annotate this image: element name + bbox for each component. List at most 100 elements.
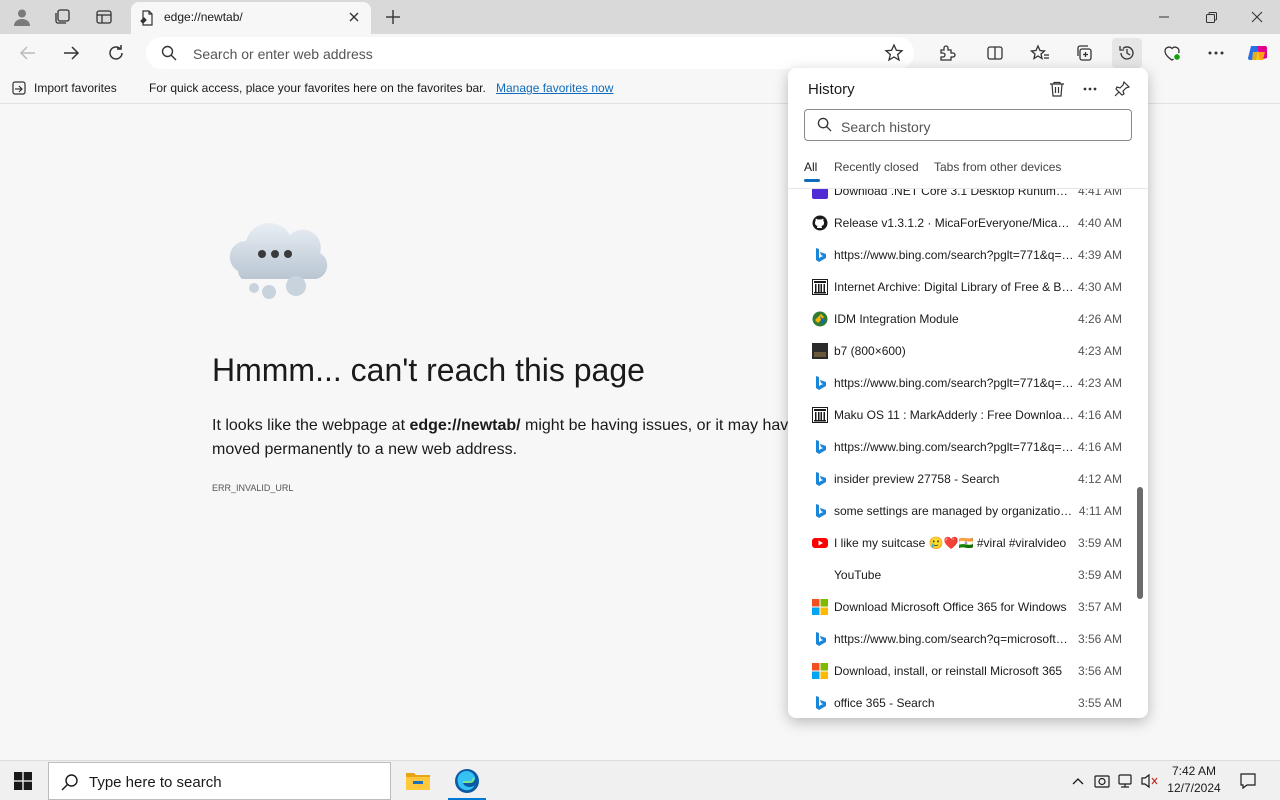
bing-favicon-icon bbox=[812, 375, 828, 391]
github-favicon-icon bbox=[812, 215, 828, 231]
history-item[interactable]: https://www.bing.com/search?q=microsoft+… bbox=[788, 623, 1138, 655]
clock-time: 7:42 AM bbox=[1171, 764, 1217, 778]
image-favicon-icon bbox=[812, 343, 828, 359]
error-title: Hmmm... can't reach this page bbox=[212, 352, 645, 388]
tray-app-icon[interactable] bbox=[1092, 771, 1112, 791]
history-item[interactable]: b7 (800×600) 4:23 AM bbox=[788, 335, 1138, 367]
search-icon bbox=[161, 45, 177, 66]
history-more-icon[interactable] bbox=[1078, 77, 1102, 101]
history-item[interactable]: https://www.bing.com/search?pglt=771&q=m… bbox=[788, 239, 1138, 271]
history-item-time: 3:59 AM bbox=[1077, 536, 1122, 550]
search-icon bbox=[817, 117, 832, 137]
history-scrollbar[interactable] bbox=[1137, 487, 1143, 599]
forward-icon[interactable] bbox=[56, 38, 86, 68]
bing-favicon-icon bbox=[812, 695, 828, 711]
close-window-icon[interactable] bbox=[1234, 0, 1280, 34]
history-item-time: 3:56 AM bbox=[1077, 664, 1122, 678]
tab-all[interactable]: All bbox=[804, 160, 817, 174]
pin-icon[interactable] bbox=[1110, 77, 1134, 101]
collections-icon[interactable] bbox=[1069, 38, 1099, 68]
import-favorites-icon[interactable] bbox=[12, 80, 28, 99]
edge-taskbar-icon[interactable] bbox=[444, 762, 490, 800]
history-icon[interactable] bbox=[1112, 38, 1142, 68]
favorites-bar-message: For quick access, place your favorites h… bbox=[149, 81, 486, 95]
history-item[interactable]: Release v1.3.1.2 · MicaForEveryone/MicaF… bbox=[788, 207, 1138, 239]
copilot-icon[interactable] bbox=[1243, 38, 1273, 68]
volume-muted-icon[interactable] bbox=[1140, 771, 1160, 791]
notifications-icon[interactable] bbox=[1238, 771, 1258, 791]
tab-active[interactable]: edge://newtab/ bbox=[131, 2, 371, 34]
history-item[interactable]: https://www.bing.com/search?pglt=771&q=b… bbox=[788, 367, 1138, 399]
archive-favicon-icon bbox=[812, 407, 828, 423]
address-bar[interactable]: Search or enter web address bbox=[146, 37, 914, 69]
history-search-input[interactable]: Search history bbox=[804, 109, 1132, 141]
taskbar-clock[interactable]: 7:42 AM 12/7/2024 bbox=[1166, 763, 1222, 797]
back-icon[interactable] bbox=[13, 38, 43, 68]
tab-other-devices[interactable]: Tabs from other devices bbox=[934, 160, 1061, 174]
tab-recently-closed[interactable]: Recently closed bbox=[834, 160, 919, 174]
address-placeholder: Search or enter web address bbox=[193, 46, 373, 62]
new-tab-icon[interactable] bbox=[382, 6, 404, 28]
vertical-tabs-icon[interactable] bbox=[92, 6, 116, 28]
profile-icon[interactable] bbox=[10, 6, 34, 28]
favorites-icon[interactable] bbox=[1025, 38, 1055, 68]
restore-icon[interactable] bbox=[1188, 0, 1234, 34]
history-item-time: 4:11 AM bbox=[1078, 504, 1122, 518]
history-item[interactable]: some settings are managed by organizatio… bbox=[788, 495, 1138, 527]
history-item-title: Download .NET Core 3.1 Desktop Runtime (… bbox=[834, 189, 1074, 198]
delete-history-icon[interactable] bbox=[1045, 77, 1069, 101]
idm-favicon-icon bbox=[812, 311, 828, 327]
history-item[interactable]: Maku OS 11 : MarkAdderly : Free Download… bbox=[788, 399, 1138, 431]
history-item[interactable]: Download, install, or reinstall Microsof… bbox=[788, 655, 1138, 687]
history-item[interactable]: IDM Integration Module 4:26 AM bbox=[788, 303, 1138, 335]
import-favorites-button[interactable]: Import favorites bbox=[34, 81, 117, 95]
history-item-title: https://www.bing.com/search?pglt=771&q=m… bbox=[834, 440, 1074, 454]
history-item-time: 4:16 AM bbox=[1077, 408, 1122, 422]
tab-close-icon[interactable] bbox=[345, 8, 363, 26]
more-menu-icon[interactable] bbox=[1201, 38, 1231, 68]
split-screen-icon[interactable] bbox=[980, 38, 1010, 68]
history-item-title: Maku OS 11 : MarkAdderly : Free Download… bbox=[834, 408, 1074, 422]
taskbar-search-placeholder: Type here to search bbox=[89, 774, 222, 791]
file-explorer-icon[interactable] bbox=[395, 762, 441, 800]
history-item-time: 4:26 AM bbox=[1077, 312, 1122, 326]
history-item-time: 3:56 AM bbox=[1077, 632, 1122, 646]
taskbar-search-input[interactable]: Type here to search bbox=[48, 762, 391, 800]
history-item[interactable]: Download Microsoft Office 365 for Window… bbox=[788, 591, 1138, 623]
extensions-icon[interactable] bbox=[932, 38, 962, 68]
history-item[interactable]: Internet Archive: Digital Library of Fre… bbox=[788, 271, 1138, 303]
history-item-title: Download Microsoft Office 365 for Window… bbox=[834, 600, 1067, 614]
chevron-up-icon[interactable] bbox=[1068, 771, 1088, 791]
history-item[interactable]: I like my suitcase 🥲❤️🇮🇳 #viral #viralvi… bbox=[788, 527, 1138, 559]
history-item[interactable]: office 365 - Search 3:55 AM bbox=[788, 687, 1138, 718]
bing-favicon-icon bbox=[812, 471, 828, 487]
refresh-icon[interactable] bbox=[101, 38, 131, 68]
browser-essentials-icon[interactable] bbox=[1157, 38, 1187, 68]
youtube-favicon-icon bbox=[812, 535, 828, 551]
manage-favorites-link[interactable]: Manage favorites now bbox=[496, 81, 613, 95]
bing-favicon-icon bbox=[812, 631, 828, 647]
error-code: ERR_INVALID_URL bbox=[212, 483, 294, 493]
history-title: History bbox=[808, 81, 855, 98]
dotnet-favicon-icon bbox=[812, 189, 828, 199]
history-item-time: 4:23 AM bbox=[1077, 376, 1122, 390]
history-item[interactable]: YouTube 3:59 AM bbox=[788, 559, 1138, 591]
clock-date: 12/7/2024 bbox=[1167, 781, 1221, 795]
history-item[interactable]: insider preview 27758 - Search 4:12 AM bbox=[788, 463, 1138, 495]
history-item-title: IDM Integration Module bbox=[834, 312, 959, 326]
tab-selected-indicator bbox=[804, 179, 820, 182]
history-item[interactable]: Download .NET Core 3.1 Desktop Runtime (… bbox=[788, 189, 1138, 207]
add-favorite-icon[interactable] bbox=[884, 43, 904, 68]
minimize-icon[interactable] bbox=[1141, 0, 1187, 34]
history-item-title: some settings are managed by organizatio… bbox=[834, 504, 1074, 518]
history-item-title: insider preview 27758 - Search bbox=[834, 472, 1000, 486]
history-item-title: b7 (800×600) bbox=[834, 344, 906, 358]
workspaces-icon[interactable] bbox=[50, 6, 74, 28]
windows-start-icon[interactable] bbox=[14, 772, 32, 795]
bing-favicon-icon bbox=[812, 439, 828, 455]
history-item[interactable]: https://www.bing.com/search?pglt=771&q=m… bbox=[788, 431, 1138, 463]
error-description: It looks like the webpage at edge://newt… bbox=[212, 414, 812, 462]
history-item-time: 3:57 AM bbox=[1077, 600, 1122, 614]
taskbar: Type here to search 7:42 AM 12/7/2024 bbox=[0, 760, 1280, 800]
network-icon[interactable] bbox=[1116, 771, 1136, 791]
